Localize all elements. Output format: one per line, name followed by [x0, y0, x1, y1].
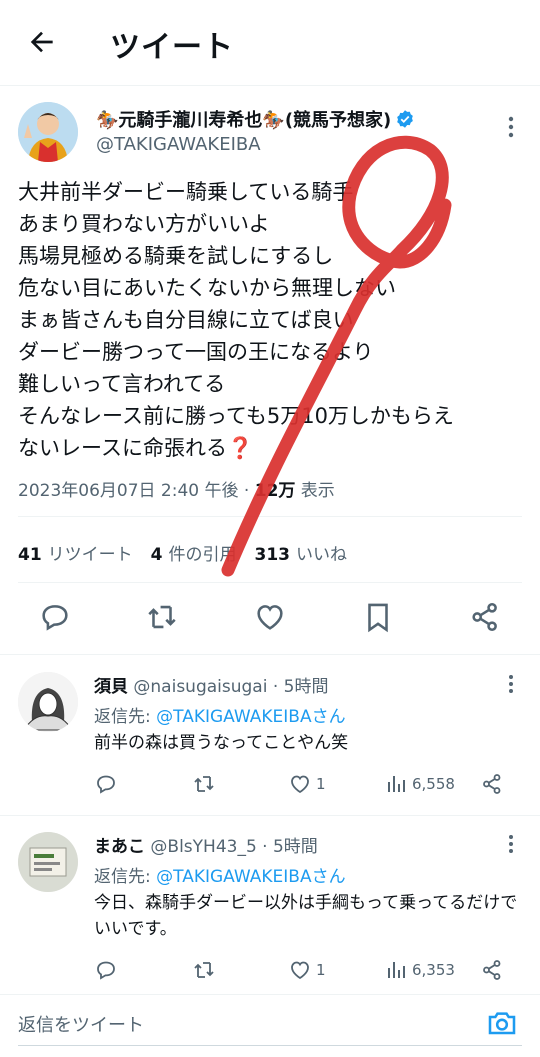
- reply-icon[interactable]: [38, 600, 72, 634]
- like-icon: [291, 961, 309, 980]
- reply-avatar[interactable]: [18, 832, 78, 892]
- retweet-icon: [194, 962, 214, 978]
- share-icon: [483, 774, 501, 794]
- reply-icon: [97, 961, 115, 980]
- likes-stat[interactable]: 313 いいね: [255, 545, 348, 565]
- reply-icon: [97, 775, 115, 794]
- reply-reply-button[interactable]: [94, 772, 118, 796]
- more-options-icon[interactable]: [508, 674, 514, 694]
- verified-badge-icon: [397, 110, 414, 128]
- tweet-actions: [0, 600, 540, 640]
- reply-author-name[interactable]: まあこ: [94, 837, 145, 857]
- quotes-stat[interactable]: 4 件の引用: [151, 545, 237, 565]
- reply-actions: 1 6,353: [94, 958, 514, 986]
- reply-retweet-button[interactable]: [192, 772, 216, 796]
- reply-text: 前半の森は買うなってことやん笑: [94, 733, 349, 753]
- tweet-line: まぁ皆さんも自分目線に立てば良い: [18, 308, 354, 332]
- reply-share-button[interactable]: [480, 772, 504, 796]
- tweet-line: 危ない目にあいたくないから無理しない: [18, 276, 396, 300]
- divider: [18, 582, 522, 583]
- reply-to-handle[interactable]: @TAKIGAWAKEIBAさん: [156, 707, 345, 727]
- reply-like-button[interactable]: 1: [288, 772, 326, 796]
- reply-view-count: 6,558: [412, 775, 455, 793]
- camera-icon[interactable]: [486, 1007, 518, 1039]
- retweets-label: リツイート: [47, 545, 133, 565]
- reply-header: まあこ @BlsYH43_5 · 5時間: [94, 832, 318, 857]
- more-options-icon[interactable]: [508, 116, 514, 138]
- tweet-line: 難しいって言われてる: [18, 372, 226, 396]
- reply-author-handle[interactable]: @BlsYH43_5: [150, 837, 256, 857]
- share-icon[interactable]: [468, 600, 502, 634]
- reply-view-count: 6,353: [412, 961, 455, 979]
- reply-text: 今日、森騎手ダービー以外は手綱もって乗ってるだけでいいです。: [94, 893, 518, 939]
- tweet-line: あまり買わない方がいいよ: [18, 212, 270, 236]
- reply-item[interactable]: まあこ @BlsYH43_5 · 5時間 返信先: @TAKIGAWAKEIBA…: [0, 816, 540, 992]
- reply-avatar[interactable]: [18, 672, 78, 732]
- retweet-icon[interactable]: [145, 600, 179, 634]
- reply-reply-button[interactable]: [94, 958, 118, 982]
- views-count: 12万: [254, 481, 296, 501]
- reply-item[interactable]: 須貝 @naisugaisugai · 5時間 返信先: @TAKIGAWAKE…: [0, 656, 540, 816]
- tweet-line: 馬場見極める騎乗を試しにするし: [18, 244, 334, 268]
- tweet-line: 大井前半ダービー騎乗している騎手: [18, 180, 354, 204]
- quotes-count: 4: [150, 545, 163, 565]
- share-icon: [483, 960, 501, 980]
- reply-author-name[interactable]: 須貝: [94, 677, 128, 697]
- tweet-line: ないレースに命張れる❓: [18, 436, 254, 460]
- tweet-line: ダービー勝つって一国の王になるより: [18, 340, 374, 364]
- reply-views-button[interactable]: 6,353: [384, 958, 455, 982]
- tweet-text: 大井前半ダービー騎乗している騎手 あまり買わない方がいいよ 馬場見極める騎乗を試…: [18, 176, 523, 464]
- like-icon: [291, 775, 309, 794]
- reply-to: 返信先: @TAKIGAWAKEIBAさん: [94, 862, 346, 887]
- views-label: 表示: [295, 481, 335, 501]
- author-name-row[interactable]: 🏇元騎手瀧川寿希也🏇(競馬予想家): [96, 106, 415, 132]
- top-bar: ツイート: [0, 0, 540, 86]
- divider: [18, 516, 522, 517]
- divider: [0, 654, 540, 655]
- likes-count: 313: [254, 545, 291, 565]
- quotes-label: 件の引用: [168, 545, 237, 565]
- more-options-icon[interactable]: [508, 834, 514, 854]
- reply-views-button[interactable]: 6,558: [384, 772, 455, 796]
- reply-author-handle[interactable]: @naisugaisugai: [133, 677, 267, 697]
- tweet-meta: 2023年06月07日 2:40 午後 · 12万 表示: [18, 476, 335, 501]
- back-arrow-icon[interactable]: [26, 26, 58, 58]
- bookmark-icon[interactable]: [361, 600, 395, 634]
- author-avatar[interactable]: [18, 102, 78, 162]
- reply-time: · 5時間: [256, 837, 318, 857]
- like-icon[interactable]: [253, 600, 287, 634]
- retweet-icon: [194, 776, 214, 792]
- retweets-stat[interactable]: 41 リツイート: [18, 545, 133, 565]
- analytics-icon: [388, 776, 405, 792]
- reply-compose-bar: 返信をツイート: [0, 994, 540, 1057]
- tweet-stats: 41 リツイート 4 件の引用 313 いいね: [18, 540, 347, 565]
- author-handle[interactable]: @TAKIGAWAKEIBA: [96, 134, 261, 155]
- reply-to-handle[interactable]: @TAKIGAWAKEIBAさん: [156, 867, 345, 887]
- reply-to-label: 返信先:: [94, 707, 157, 727]
- compose-underline: [18, 1045, 522, 1046]
- reply-share-button[interactable]: [480, 958, 504, 982]
- tweet-line: そんなレース前に勝っても5万10万しかもらえ: [18, 404, 454, 428]
- reply-like-count: 1: [316, 961, 326, 979]
- author-display-name[interactable]: 🏇元騎手瀧川寿希也🏇(競馬予想家): [96, 106, 391, 132]
- reply-time: · 5時間: [267, 677, 329, 697]
- tweet-timestamp[interactable]: 2023年06月07日 2:40 午後 ·: [18, 481, 255, 501]
- reply-actions: 1 6,558: [94, 772, 514, 800]
- reply-like-button[interactable]: 1: [288, 958, 326, 982]
- reply-like-count: 1: [316, 775, 326, 793]
- reply-to-label: 返信先:: [94, 867, 157, 887]
- reply-header: 須貝 @naisugaisugai · 5時間: [94, 672, 328, 697]
- reply-input[interactable]: 返信をツイート: [18, 1011, 144, 1037]
- retweets-count: 41: [18, 545, 42, 565]
- likes-label: いいね: [296, 545, 348, 565]
- reply-retweet-button[interactable]: [192, 958, 216, 982]
- analytics-icon: [388, 962, 405, 978]
- page-title: ツイート: [110, 30, 234, 65]
- reply-to: 返信先: @TAKIGAWAKEIBAさん: [94, 702, 346, 727]
